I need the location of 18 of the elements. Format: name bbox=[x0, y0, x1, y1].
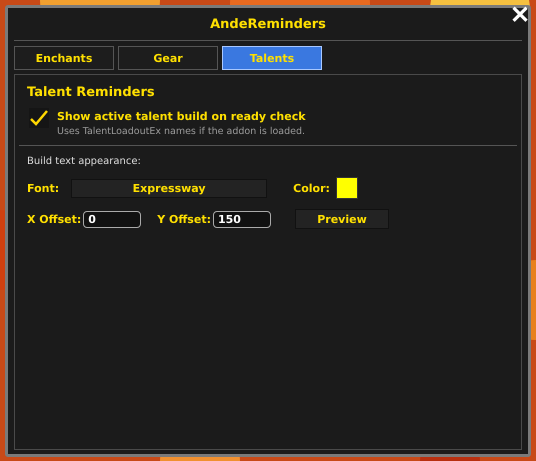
tab[interactable]: Enchants bbox=[14, 46, 114, 70]
window-title: AndeReminders bbox=[210, 16, 326, 32]
preview-button[interactable]: Preview bbox=[294, 209, 389, 229]
x-offset-label: X Offset: bbox=[27, 212, 82, 226]
font-label: Font: bbox=[27, 182, 60, 194]
checkbox[interactable] bbox=[29, 108, 49, 128]
tab[interactable]: Gear bbox=[118, 46, 218, 70]
color-swatch[interactable] bbox=[336, 177, 358, 199]
option-label: Show active talent build on ready check bbox=[57, 110, 306, 123]
x-offset-field[interactable]: 0 bbox=[83, 210, 142, 228]
close-button[interactable]: ✕ bbox=[508, 4, 532, 28]
color-label: Color: bbox=[293, 182, 330, 194]
option-hint: Uses TalentLoadoutEx names if the addon is loaded. bbox=[57, 126, 306, 137]
font-dropdown[interactable]: Expressway bbox=[71, 178, 268, 198]
subheading: Build text appearance: bbox=[27, 156, 142, 167]
y-offset-field[interactable]: 150 bbox=[212, 210, 271, 228]
section-title: Talent Reminders bbox=[27, 85, 156, 100]
y-offset-label: Y Offset: bbox=[157, 212, 211, 226]
